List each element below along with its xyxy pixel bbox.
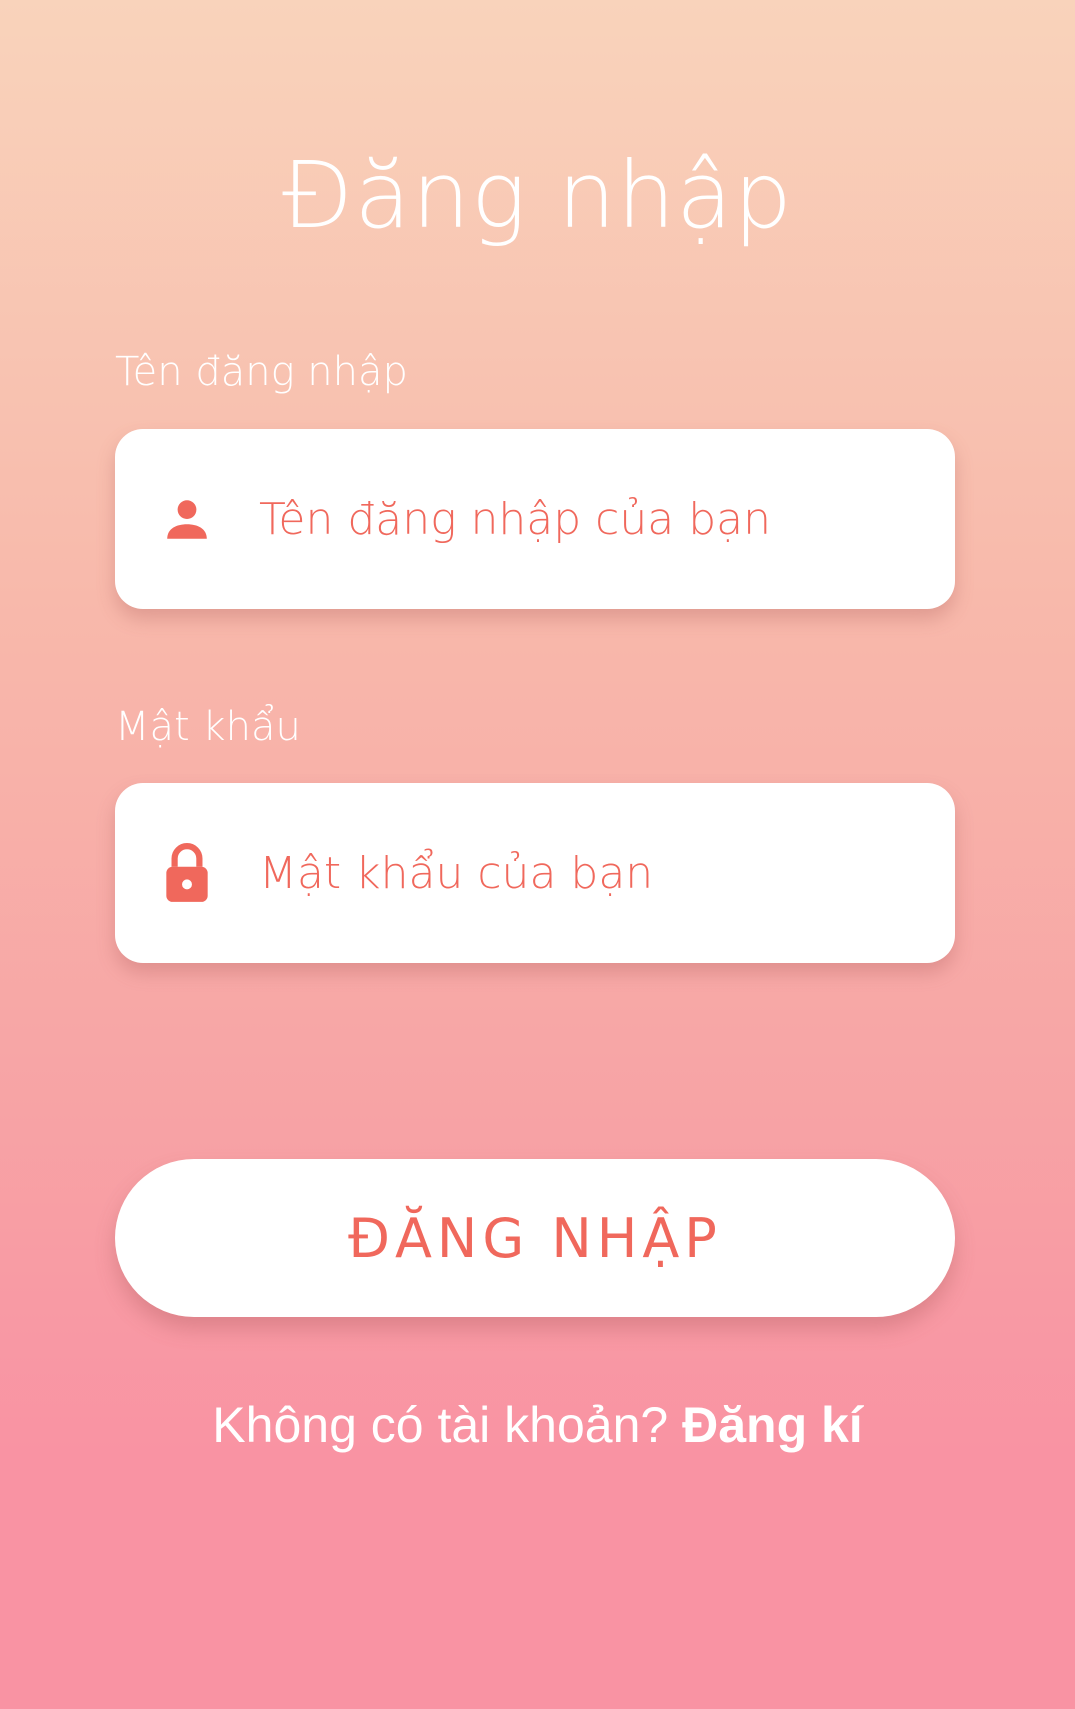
signup-link[interactable]: Đăng kí bbox=[682, 1397, 863, 1453]
password-field[interactable] bbox=[115, 783, 955, 963]
password-label: Mật khẩu bbox=[115, 704, 301, 750]
signup-prompt: Không có tài khoản? bbox=[212, 1397, 683, 1453]
username-field[interactable] bbox=[115, 429, 955, 609]
person-icon bbox=[161, 493, 213, 545]
password-input[interactable] bbox=[257, 846, 921, 900]
login-button[interactable]: ĐĂNG NHẬP bbox=[115, 1159, 955, 1317]
lock-icon bbox=[161, 843, 213, 902]
page-title: Đăng nhập bbox=[282, 142, 793, 249]
username-input[interactable] bbox=[257, 492, 921, 546]
username-label: Tên đăng nhập bbox=[115, 349, 408, 395]
signup-row: Không có tài khoản? Đăng kí bbox=[0, 1400, 1075, 1450]
